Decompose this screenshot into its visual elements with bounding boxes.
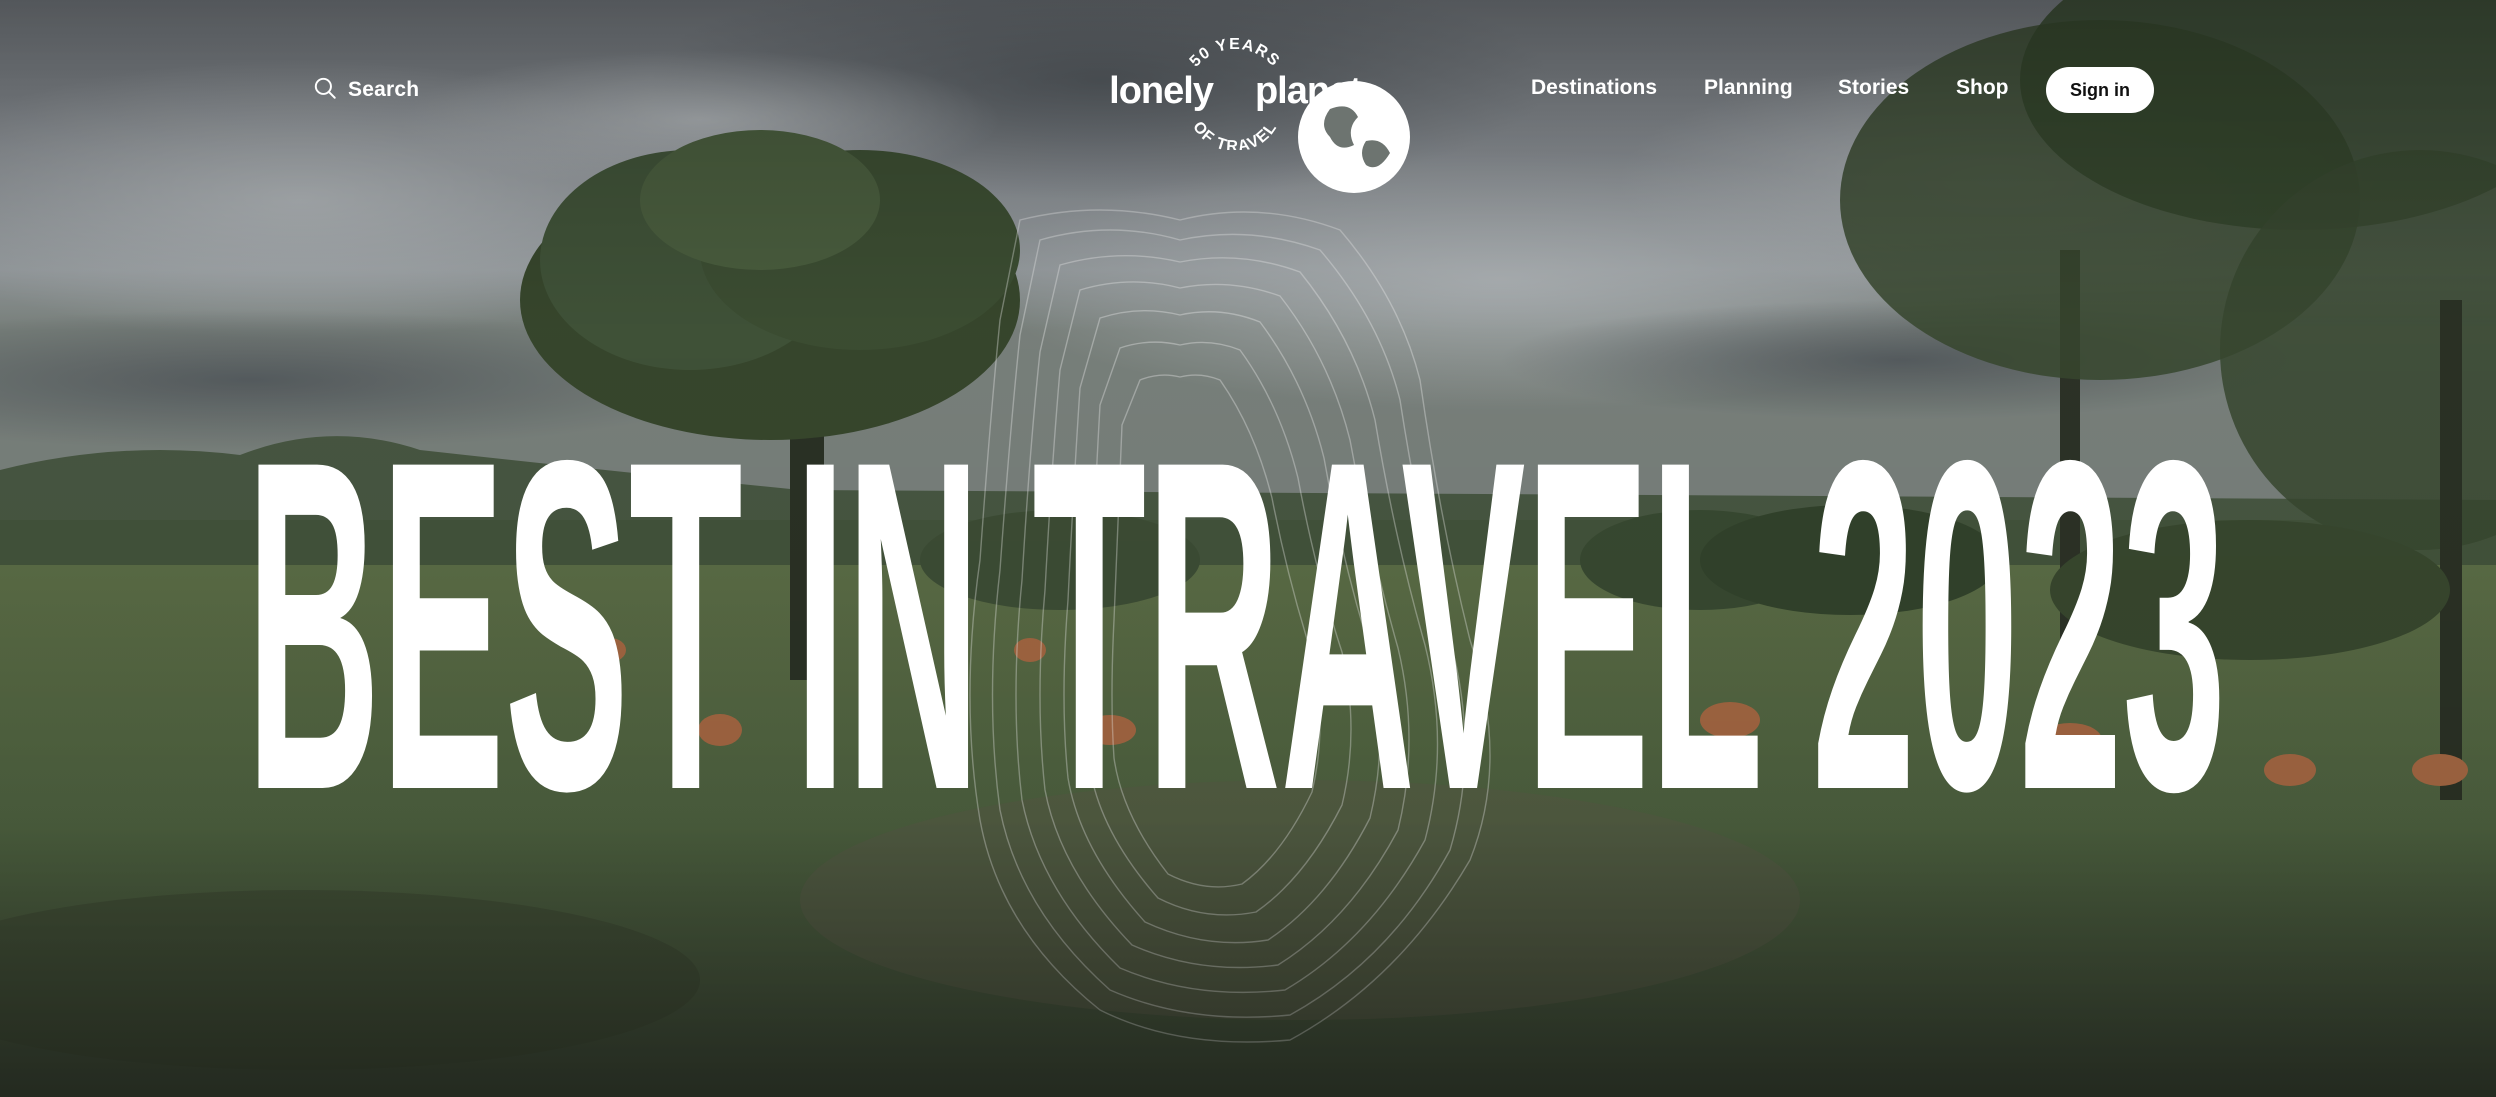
nav-planning[interactable]: Planning [1704, 76, 1793, 100]
logo-word-left: lonely [1109, 70, 1214, 112]
hero-headline-wrapper: BEST IN TRAVEL 2023 [246, 363, 2246, 888]
nav-destinations[interactable]: Destinations [1531, 76, 1657, 100]
hero-headline: BEST IN TRAVEL 2023 [246, 363, 2226, 888]
svg-text:50 YEARS: 50 YEARS [1187, 36, 1284, 70]
hero-section: Search 50 YEARS OF TRAVEL lonely planet … [0, 0, 2496, 1097]
nav-shop[interactable]: Shop [1956, 76, 2009, 100]
lonely-planet-logo[interactable]: 50 YEARS OF TRAVEL lonely planet [1100, 30, 1410, 193]
top-navigation: Search 50 YEARS OF TRAVEL lonely planet … [0, 0, 2496, 193]
search-button[interactable]: Search [312, 72, 419, 108]
logo-word-right: planet [1254, 70, 1362, 112]
search-icon [312, 75, 338, 106]
sign-in-button[interactable]: Sign in [2046, 67, 2154, 113]
logo-wordmark: lonely planet [1100, 70, 1410, 193]
logo-top-arc-text: 50 YEARS [1187, 36, 1282, 70]
search-label: Search [348, 78, 420, 101]
globe-icon [1219, 77, 1410, 193]
nav-stories[interactable]: Stories [1838, 76, 1909, 100]
